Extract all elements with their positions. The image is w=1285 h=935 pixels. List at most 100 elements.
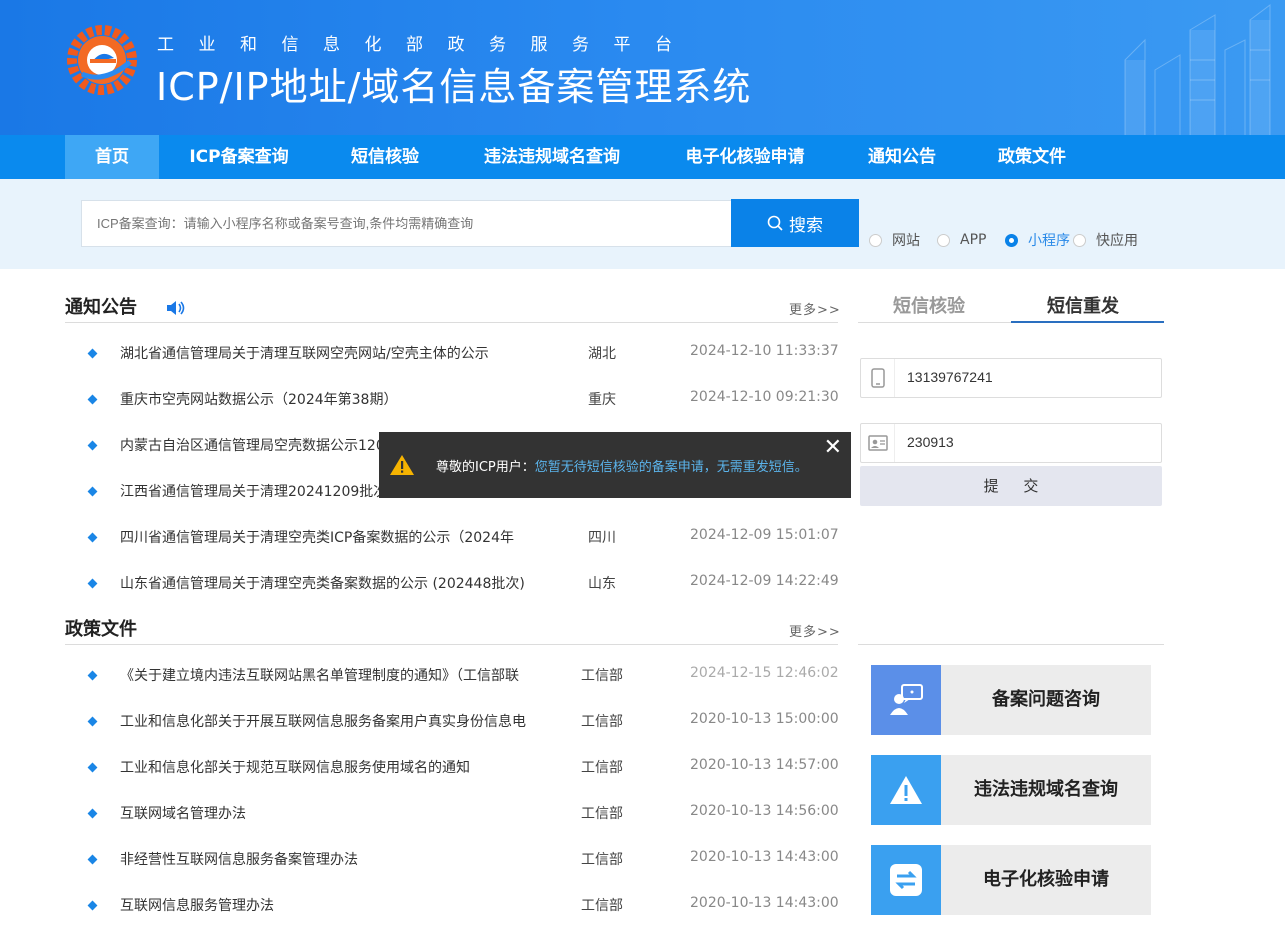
nav-item-icp-query[interactable]: ICP备案查询 xyxy=(180,135,298,179)
notice-province: 山东 xyxy=(588,576,616,592)
policy-title[interactable]: 非经营性互联网信息服务备案管理办法 xyxy=(120,849,358,869)
notice-title[interactable]: 内蒙古自治区通信管理局空壳数据公示120 xyxy=(120,435,385,455)
tab-sms-resend[interactable]: 短信重发 xyxy=(1047,292,1119,318)
exchange-icon xyxy=(871,845,941,915)
skyline-decoration-icon xyxy=(1124,4,1271,135)
radio-label: 网站 xyxy=(892,233,920,249)
policy-row[interactable]: 互联网信息服务管理办法 工信部 2020-10-13 14:43:00 xyxy=(65,889,840,935)
search-button[interactable]: 搜索 xyxy=(731,199,859,247)
toast-message: 尊敬的ICP用户：您暂无待短信核验的备案申请，无需重发短信。 ✕ xyxy=(379,432,851,498)
id-field[interactable]: 230913 xyxy=(860,423,1162,463)
policy-row[interactable]: 工业和信息化部关于规范互联网信息服务使用域名的通知 工信部 2020-10-13 1… xyxy=(65,751,840,797)
phone-field[interactable]: 13139767241 xyxy=(860,358,1162,398)
phone-value: 13139767241 xyxy=(907,369,993,385)
policies-title: 政策文件 xyxy=(65,619,137,640)
notice-date: 2024-12-09 14:22:49 xyxy=(690,573,839,589)
illegal-domain-card[interactable]: 违法违规域名查询 xyxy=(871,755,1151,825)
notice-row[interactable]: 重庆市空壳网站数据公示（2024年第38期） 重庆 2024-12-10 09:21… xyxy=(65,383,840,429)
nav-item-notices[interactable]: 通知公告 xyxy=(858,135,946,179)
consult-card-label: 备案问题咨询 xyxy=(992,689,1100,710)
bullet-icon xyxy=(87,348,98,359)
tab-sms-verify[interactable]: 短信核验 xyxy=(893,292,965,318)
bullet-icon xyxy=(87,808,98,819)
notice-title[interactable]: 湖北省通信管理局关于清理互联网空壳网站/空壳主体的公示 xyxy=(120,343,489,363)
policy-title[interactable]: 工业和信息化部关于规范互联网信息服务使用域名的通知 xyxy=(120,757,470,777)
notice-title[interactable]: 江西省通信管理局关于清理20241209批次 xyxy=(120,481,387,501)
notice-date: 2024-12-09 15:01:07 xyxy=(690,527,839,543)
radio-circle-icon xyxy=(1005,233,1018,247)
header-subtitle: 工业和信息化部政务服务平台 xyxy=(157,35,697,55)
bullet-icon xyxy=(87,486,98,497)
notice-title[interactable]: 山东省通信管理局关于清理空壳类备案数据的公示 (202448批次) xyxy=(120,573,525,593)
policy-date: 2020-10-13 14:56:00 xyxy=(690,803,839,819)
nav-item-sms-verify[interactable]: 短信核验 xyxy=(340,135,430,179)
bullet-icon xyxy=(87,532,98,543)
notice-province: 四川 xyxy=(588,530,616,546)
policy-source: 工信部 xyxy=(581,668,623,684)
policy-row[interactable]: 《关于建立境内违法互联网站黑名单管理制度的通知》（工信部联 工信部 2024-12-… xyxy=(65,659,840,705)
bullet-icon xyxy=(87,900,98,911)
divider xyxy=(65,644,838,645)
notice-title[interactable]: 重庆市空壳网站数据公示（2024年第38期） xyxy=(120,389,397,409)
policy-source: 工信部 xyxy=(581,714,623,730)
speaker-icon xyxy=(167,301,185,315)
warning-icon xyxy=(871,755,941,825)
radio-circle-icon xyxy=(869,233,882,247)
notice-date: 2024-12-10 11:33:37 xyxy=(690,343,839,359)
bullet-icon xyxy=(87,394,98,405)
id-value: 230913 xyxy=(907,434,954,450)
divider xyxy=(858,644,1164,645)
policy-date: 2020-10-13 14:43:00 xyxy=(690,895,839,911)
toast-label: 尊敬的ICP用户： xyxy=(436,460,535,475)
consult-icon xyxy=(871,665,941,735)
policy-source: 工信部 xyxy=(581,806,623,822)
close-icon[interactable]: ✕ xyxy=(824,435,842,460)
policy-date: 2020-10-13 14:57:00 xyxy=(690,757,839,773)
notice-row[interactable]: 湖北省通信管理局关于清理互联网空壳网站/空壳主体的公示 湖北 2024-12-10 … xyxy=(65,337,840,383)
policy-title[interactable]: 工业和信息化部关于开展互联网信息服务备案用户真实身份信息电 xyxy=(120,711,526,731)
notice-row[interactable]: 四川省通信管理局关于清理空壳类ICP备案数据的公示（2024年 四川 2024-12… xyxy=(65,521,840,567)
active-tab-indicator xyxy=(1011,321,1164,323)
warning-icon xyxy=(390,455,414,475)
notice-date: 2024-12-10 09:21:30 xyxy=(690,389,839,405)
nav-item-e-verify[interactable]: 电子化核验申请 xyxy=(674,135,816,179)
notice-row[interactable]: 山东省通信管理局关于清理空壳类备案数据的公示 (202448批次) 山东 2024-… xyxy=(65,567,840,613)
nav-item-policies[interactable]: 政策文件 xyxy=(988,135,1076,179)
search-input[interactable] xyxy=(81,200,731,247)
policies-more-link[interactable]: 更多>> xyxy=(789,621,841,640)
policy-source: 工信部 xyxy=(581,852,623,868)
divider xyxy=(65,322,838,323)
policy-title[interactable]: 《关于建立境内违法互联网站黑名单管理制度的通知》（工信部联 xyxy=(120,665,519,685)
radio-website[interactable]: 网站 xyxy=(869,231,920,249)
policy-title[interactable]: 互联网域名管理办法 xyxy=(120,803,246,823)
policy-row[interactable]: 互联网域名管理办法 工信部 2020-10-13 14:56:00 xyxy=(65,797,840,843)
policy-date: 2020-10-13 15:00:00 xyxy=(690,711,839,727)
search-icon xyxy=(767,215,783,231)
e-verify-card[interactable]: 电子化核验申请 xyxy=(871,845,1151,915)
submit-button[interactable]: 提 交 xyxy=(860,466,1162,506)
notices-title: 通知公告 xyxy=(65,297,137,318)
main-nav: 首页 ICP备案查询 短信核验 违法违规域名查询 电子化核验申请 通知公告 政策… xyxy=(0,135,1285,179)
notices-more-link[interactable]: 更多>> xyxy=(789,299,841,318)
radio-app[interactable]: APP xyxy=(937,231,986,249)
policy-source: 工信部 xyxy=(581,760,623,776)
radio-quick-app[interactable]: 快应用 xyxy=(1073,231,1138,249)
policy-date: 2024-12-15 12:46:02 xyxy=(690,665,839,681)
consult-card[interactable]: 备案问题咨询 xyxy=(871,665,1151,735)
bullet-icon xyxy=(87,440,98,451)
radio-label: APP xyxy=(960,232,987,248)
bullet-icon xyxy=(87,762,98,773)
policy-title[interactable]: 互联网信息服务管理办法 xyxy=(120,895,274,915)
bullet-icon xyxy=(87,578,98,589)
radio-mini-program[interactable]: 小程序 xyxy=(1005,231,1070,249)
policy-row[interactable]: 非经营性互联网信息服务备案管理办法 工信部 2020-10-13 14:43:00 xyxy=(65,843,840,889)
radio-circle-icon xyxy=(937,233,950,247)
notice-title[interactable]: 四川省通信管理局关于清理空壳类ICP备案数据的公示（2024年 xyxy=(120,527,514,547)
nav-item-home[interactable]: 首页 xyxy=(65,135,159,179)
toast-text: 尊敬的ICP用户：您暂无待短信核验的备案申请，无需重发短信。 xyxy=(436,456,808,475)
notice-province: 重庆 xyxy=(588,392,616,408)
policy-row[interactable]: 工业和信息化部关于开展互联网信息服务备案用户真实身份信息电 工信部 2020-10-… xyxy=(65,705,840,751)
search-button-label: 搜索 xyxy=(789,215,823,236)
e-verify-card-label: 电子化核验申请 xyxy=(983,869,1109,890)
nav-item-illegal-domain[interactable]: 违法违规域名查询 xyxy=(472,135,632,179)
